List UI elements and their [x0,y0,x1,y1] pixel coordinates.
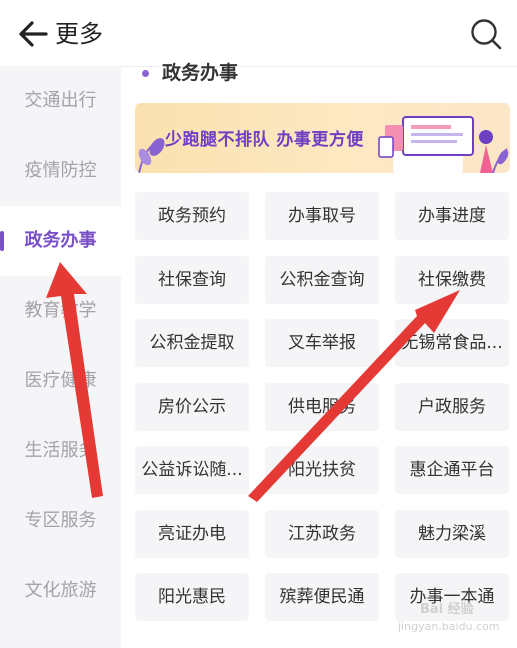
service-tile[interactable]: 公积金查询 [265,255,379,304]
service-tile[interactable]: 公积金提取 [135,319,249,367]
service-tile[interactable]: 惠企通平台 [395,446,509,494]
service-tile[interactable]: 阳光扶贫 [265,446,379,494]
service-tile[interactable]: 户政服务 [395,382,509,431]
service-tile[interactable]: 办事进度 [395,192,509,240]
promo-banner[interactable]: 少跑腿不排队 办事更方便 [135,103,510,173]
watermark-logo: Bai 经验 jingyan.baidu.com [398,596,513,642]
service-tile[interactable]: 政务预约 [135,192,249,240]
section-title: 政务办事 [162,62,239,84]
sidebar-item-zone[interactable]: 专区服务 [0,486,121,556]
service-tile[interactable]: 殡葬便民通 [265,573,379,621]
service-tile[interactable]: 社保缴费 [395,255,509,304]
watermark-sub: jingyan.baidu.com [398,620,500,633]
service-tile[interactable]: 公益诉讼随... [135,446,249,494]
sidebar-item-government[interactable]: 政务办事 [0,206,121,276]
arrow-left-icon[interactable] [18,20,48,48]
service-tile[interactable]: 供电服务 [265,382,379,431]
watermark-main: Bai 经验 [420,602,474,617]
service-tile[interactable]: 社保查询 [135,255,249,304]
sidebar-item-education[interactable]: 教育教学 [0,276,121,346]
search-icon[interactable] [469,17,503,51]
bullet-dot [142,70,149,77]
service-tile[interactable]: 办事取号 [265,192,379,240]
active-indicator [0,231,4,251]
service-tile[interactable]: 亮证办电 [135,509,249,558]
service-tile[interactable]: 江苏政务 [265,509,379,558]
service-tile[interactable]: 魅力梁溪 [395,509,509,558]
service-tile[interactable]: 房价公示 [135,382,249,431]
category-sidebar: 交通出行 疫情防控 政务办事 教育教学 医疗健康 生活服务 专区服务 文化旅游 [0,66,121,648]
sidebar-item-transport[interactable]: 交通出行 [0,66,121,136]
sidebar-item-culture[interactable]: 文化旅游 [0,556,121,626]
sidebar-item-epidemic[interactable]: 疫情防控 [0,136,121,206]
app-header: 更多 [0,0,517,67]
service-tile[interactable]: 无锡常食品... [395,319,509,367]
sidebar-item-life[interactable]: 生活服务 [0,416,121,486]
service-tile[interactable]: 阳光惠民 [135,573,249,621]
service-tile[interactable]: 叉车举报 [265,319,379,367]
page-title: 更多 [55,20,103,48]
banner-slogan: 少跑腿不排队 办事更方便 [165,130,364,150]
sidebar-item-medical[interactable]: 医疗健康 [0,346,121,416]
